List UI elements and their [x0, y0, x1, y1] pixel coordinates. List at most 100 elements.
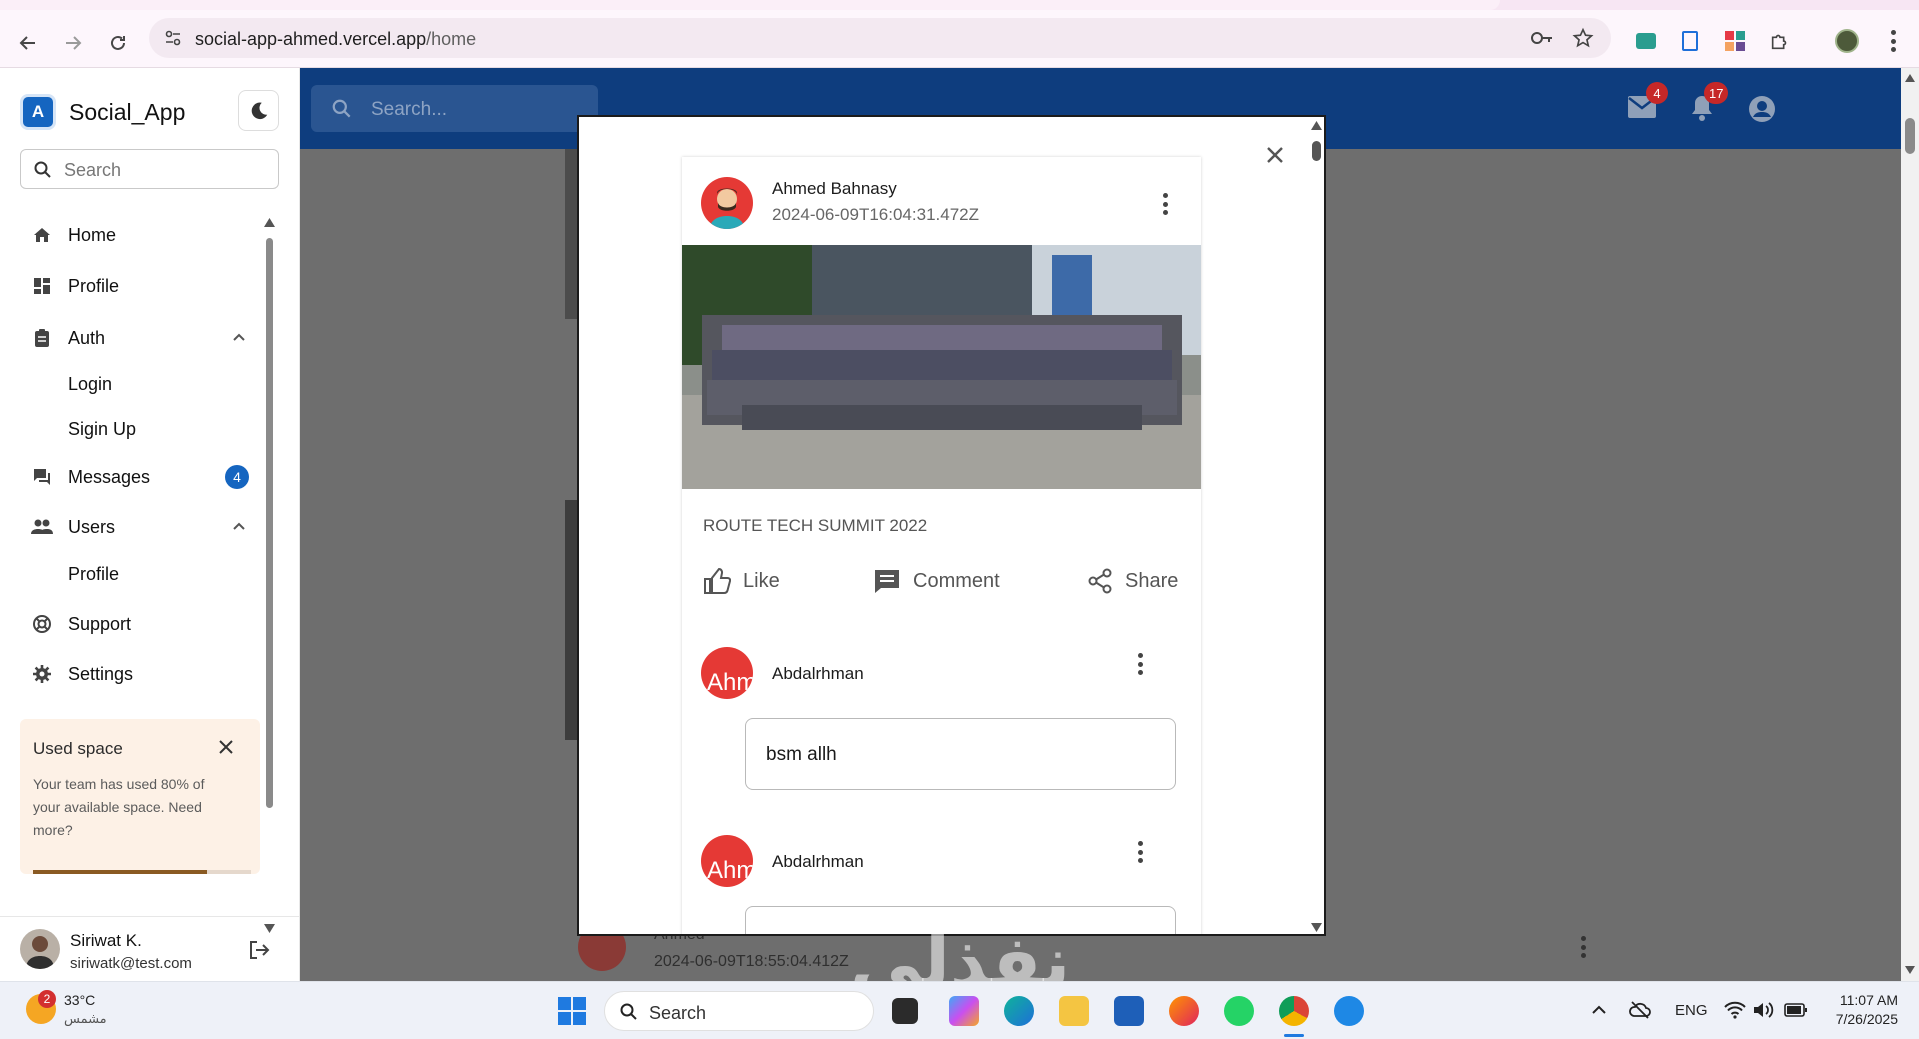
comment-menu-icon[interactable] — [1137, 841, 1143, 863]
mail-button[interactable]: 4 — [1628, 82, 1668, 123]
comment-button[interactable]: Comment — [873, 564, 1000, 598]
scroll-up-icon[interactable] — [1311, 121, 1322, 130]
scroll-up-icon[interactable] — [1905, 74, 1915, 82]
support-icon — [30, 612, 54, 636]
thumb-up-icon — [704, 568, 731, 594]
extensions-puzzle-icon[interactable] — [1767, 28, 1793, 54]
clock-date[interactable]: 7/26/2025 — [1830, 1011, 1898, 1027]
scroll-up-icon[interactable] — [264, 218, 275, 227]
comment-author-avatar[interactable]: Ahm — [701, 835, 753, 887]
avatar[interactable] — [20, 929, 60, 969]
back-icon[interactable] — [14, 29, 42, 57]
sidebar-item-profile[interactable]: Profile — [30, 271, 119, 301]
sidebar-search-input[interactable]: Search — [20, 149, 279, 189]
comment-text: ... — [766, 921, 782, 936]
file-explorer-icon[interactable] — [1059, 996, 1089, 1026]
copilot-icon[interactable] — [949, 996, 979, 1026]
battery-icon[interactable] — [1784, 1002, 1808, 1018]
active-tab[interactable] — [0, 0, 1500, 10]
comment-text-field[interactable]: bsm allh — [745, 718, 1176, 790]
comment-author-name[interactable]: Abdalrhman — [772, 664, 864, 684]
dark-mode-toggle[interactable] — [238, 90, 279, 131]
extension-doc-icon[interactable] — [1677, 28, 1703, 54]
sidebar-item-messages[interactable]: Messages — [30, 462, 150, 492]
clock-time[interactable]: 11:07 AM — [1830, 992, 1898, 1008]
modal-scrollbar[interactable] — [1308, 117, 1324, 934]
cloud-offline-icon[interactable] — [1629, 999, 1651, 1021]
scroll-down-icon[interactable] — [1905, 966, 1915, 974]
extension-screen-icon[interactable] — [1633, 28, 1659, 54]
bookmark-star-icon[interactable] — [1572, 27, 1594, 54]
language-indicator[interactable]: ENG — [1675, 1002, 1708, 1019]
chevron-up-icon[interactable] — [231, 330, 247, 346]
address-bar[interactable]: social-app-ahmed.vercel.app/home — [149, 18, 1611, 58]
sidebar-item-auth[interactable]: Auth — [30, 323, 105, 353]
user-email: siriwatk@test.com — [70, 955, 192, 972]
task-view-icon[interactable] — [892, 998, 918, 1024]
site-info-icon[interactable] — [163, 28, 183, 53]
comment-menu-icon[interactable] — [1137, 653, 1143, 675]
sidebar-item-label: Home — [68, 224, 117, 245]
post-author-avatar[interactable] — [701, 177, 753, 229]
tab-strip — [0, 0, 1919, 10]
post-modal: Ahmed Bahnasy 2024-06-09T16:04:31.472Z R… — [577, 115, 1326, 936]
sidebar-item-home[interactable]: Home — [30, 220, 116, 250]
edge-icon[interactable] — [1004, 996, 1034, 1026]
app-icon[interactable] — [1334, 996, 1364, 1026]
volume-icon[interactable] — [1752, 1000, 1774, 1020]
close-icon[interactable] — [1261, 141, 1289, 169]
clipboard-icon — [30, 326, 54, 350]
chrome-icon[interactable] — [1279, 996, 1309, 1026]
mail-badge: 4 — [1646, 82, 1668, 104]
notifications-button[interactable]: 17 — [1690, 82, 1729, 127]
avatar-alt-text: Ahm — [707, 857, 753, 884]
home-icon — [30, 223, 54, 247]
used-space-description: Your team has used 80% of your available… — [33, 776, 205, 838]
brand[interactable]: A Social_App — [20, 94, 185, 130]
sidebar-item-support[interactable]: Support — [30, 609, 131, 639]
post-menu-icon[interactable] — [1162, 193, 1168, 215]
forward-icon[interactable] — [59, 29, 87, 57]
comment-author-name[interactable]: Abdalrhman — [772, 852, 864, 872]
sidebar-item-login[interactable]: Login — [68, 374, 112, 395]
background-post-menu[interactable] — [1580, 936, 1586, 958]
store-icon[interactable] — [1114, 996, 1144, 1026]
scroll-down-icon[interactable] — [1311, 923, 1322, 932]
post-card: Ahmed Bahnasy 2024-06-09T16:04:31.472Z R… — [682, 157, 1201, 936]
scroll-thumb[interactable] — [266, 238, 273, 808]
page-scrollbar[interactable] — [1901, 68, 1919, 981]
sidebar-item-signup[interactable]: Sigin Up — [68, 419, 136, 440]
chevron-up-icon[interactable] — [1591, 1002, 1607, 1018]
logout-icon[interactable] — [248, 939, 270, 961]
forum-icon — [30, 465, 54, 489]
scroll-thumb[interactable] — [1905, 118, 1915, 154]
browser-menu-icon[interactable] — [1880, 28, 1906, 54]
password-key-icon[interactable] — [1530, 28, 1554, 53]
chevron-up-icon[interactable] — [231, 519, 247, 535]
sidebar-item-users-profile[interactable]: Profile — [68, 564, 119, 585]
close-icon[interactable] — [218, 739, 234, 755]
brand-name: Social_App — [69, 98, 186, 125]
reload-icon[interactable] — [104, 29, 132, 57]
comment-author-avatar[interactable]: Ahm — [701, 647, 753, 699]
taskbar-search-input[interactable]: Search — [604, 991, 874, 1031]
wifi-icon[interactable] — [1724, 1000, 1746, 1020]
firefox-icon[interactable] — [1169, 996, 1199, 1026]
search-icon — [34, 161, 51, 178]
scroll-thumb[interactable] — [1312, 141, 1321, 161]
like-button[interactable]: Like — [703, 564, 780, 598]
sidebar-item-users[interactable]: Users — [30, 512, 115, 542]
post-author-name[interactable]: Ahmed Bahnasy — [772, 179, 897, 199]
used-space-title: Used space — [33, 739, 123, 758]
profile-avatar-icon[interactable] — [1834, 28, 1860, 54]
sidebar-scrollbar[interactable] — [264, 218, 275, 933]
account-icon[interactable] — [1748, 95, 1776, 123]
weather-temp[interactable]: 33°C — [64, 992, 95, 1008]
share-button[interactable]: Share — [1087, 564, 1178, 598]
whatsapp-icon[interactable] — [1224, 996, 1254, 1026]
comment-text: bsm allh — [766, 744, 837, 765]
windows-start-icon[interactable] — [557, 996, 587, 1026]
appbar-search-input[interactable]: Search... — [311, 85, 598, 132]
sidebar-item-settings[interactable]: Settings — [30, 659, 133, 689]
extension-color-icon[interactable] — [1722, 28, 1748, 54]
